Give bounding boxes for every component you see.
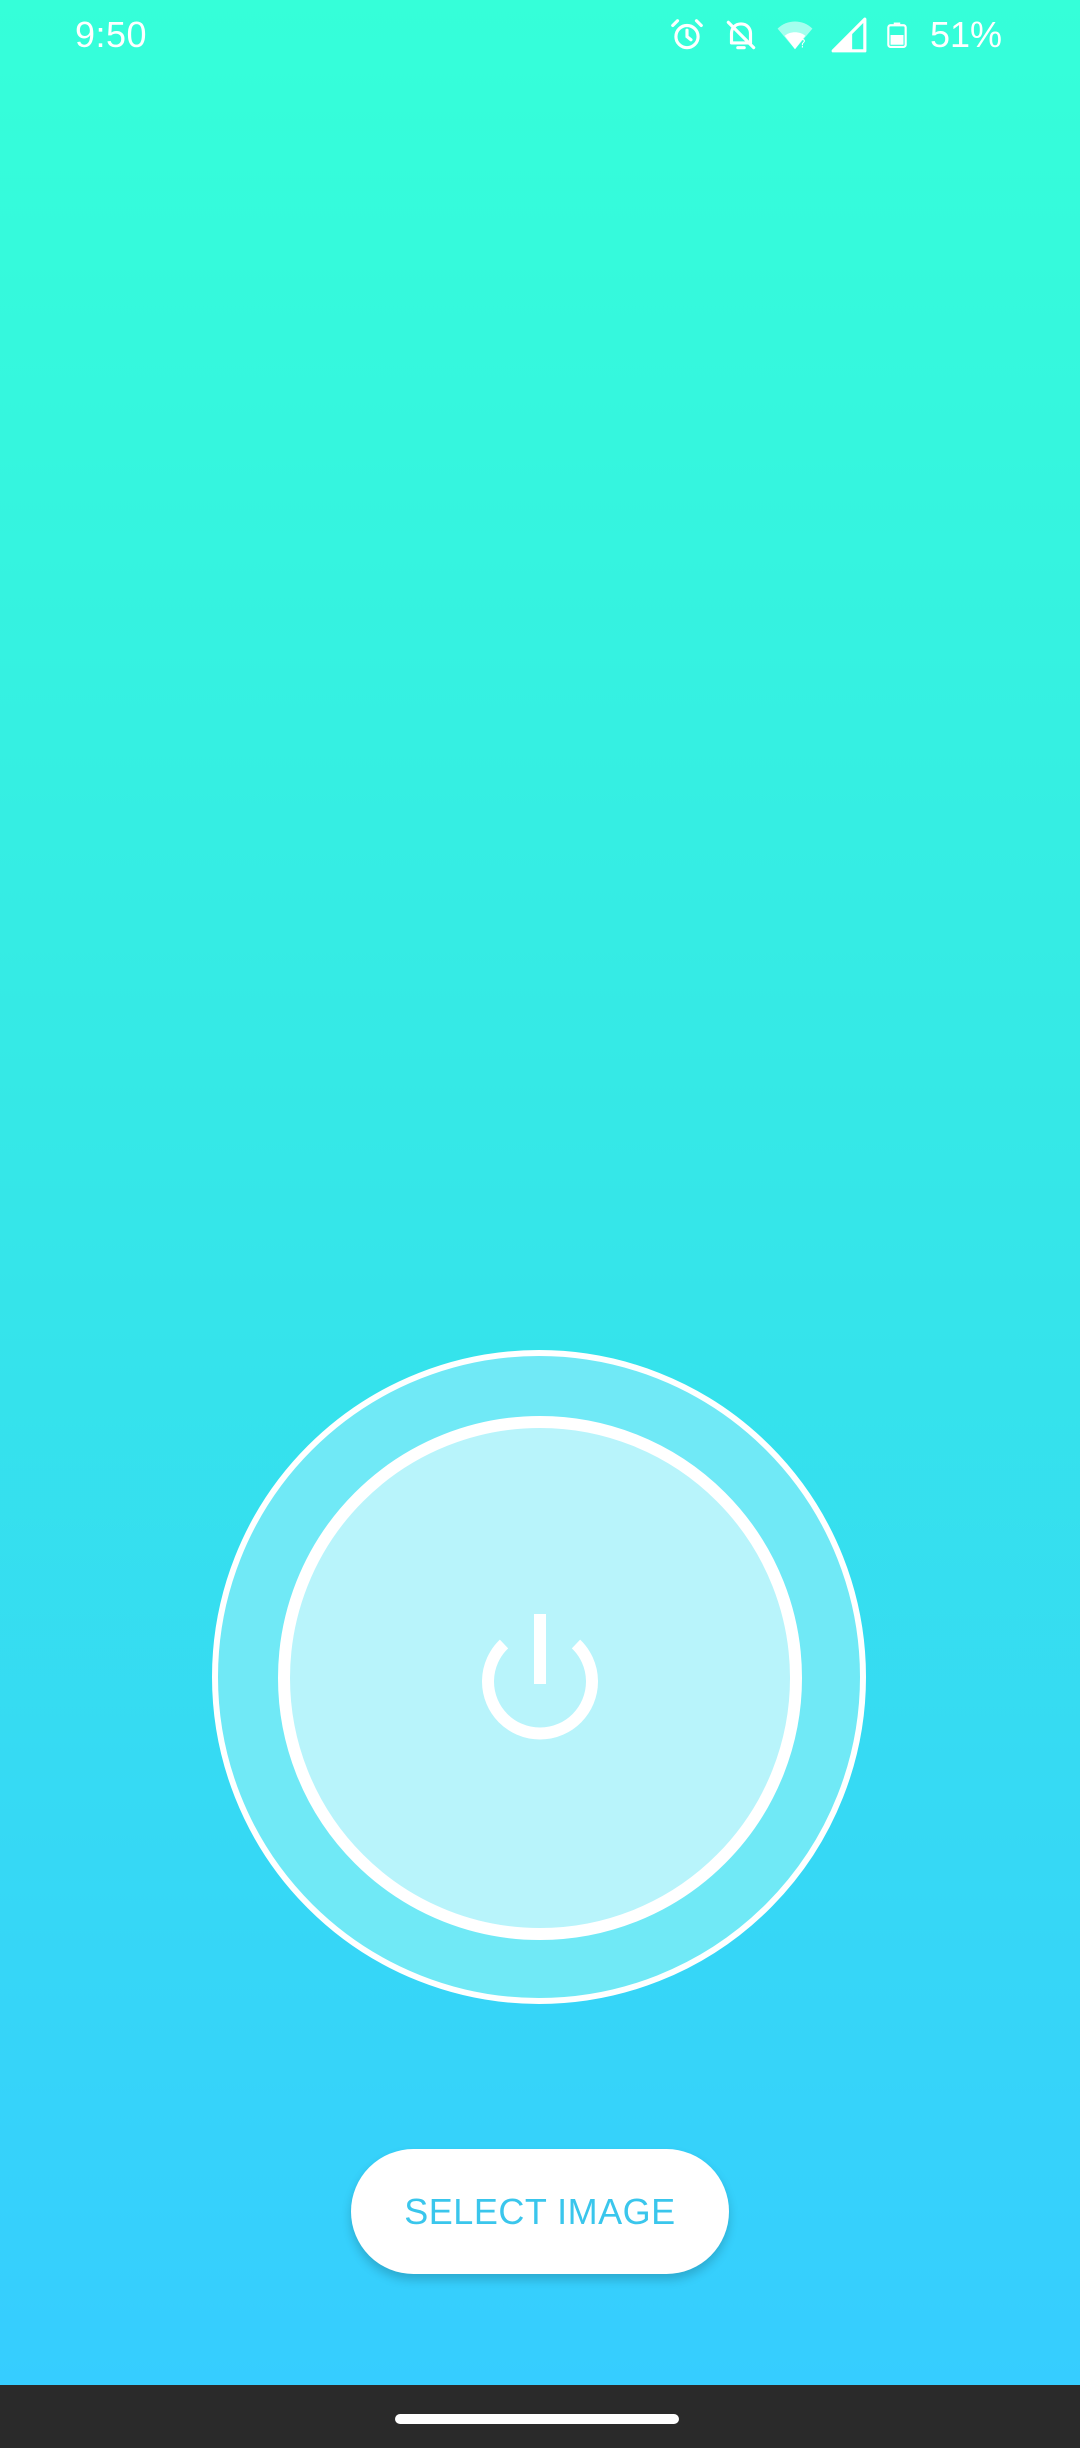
status-bar: 9:50 ? 51% — [0, 0, 1080, 72]
battery-icon — [887, 22, 907, 48]
app-screen: 9:50 ? 51% SELECT IMAGE — [0, 0, 1080, 2385]
power-icon — [482, 1614, 598, 1740]
wifi-icon: ? — [777, 21, 813, 51]
alarm-icon — [671, 19, 703, 50]
status-time: 9:50 — [75, 14, 148, 55]
svg-text:?: ? — [800, 38, 806, 51]
battery-percent: 51% — [929, 14, 1002, 55]
cellular-signal-icon — [831, 17, 867, 53]
home-gesture-handle[interactable] — [395, 2414, 679, 2424]
notifications-off-icon — [726, 20, 756, 50]
status-icons: ? 51% — [668, 14, 1002, 56]
select-image-button[interactable]: SELECT IMAGE — [351, 2149, 729, 2274]
